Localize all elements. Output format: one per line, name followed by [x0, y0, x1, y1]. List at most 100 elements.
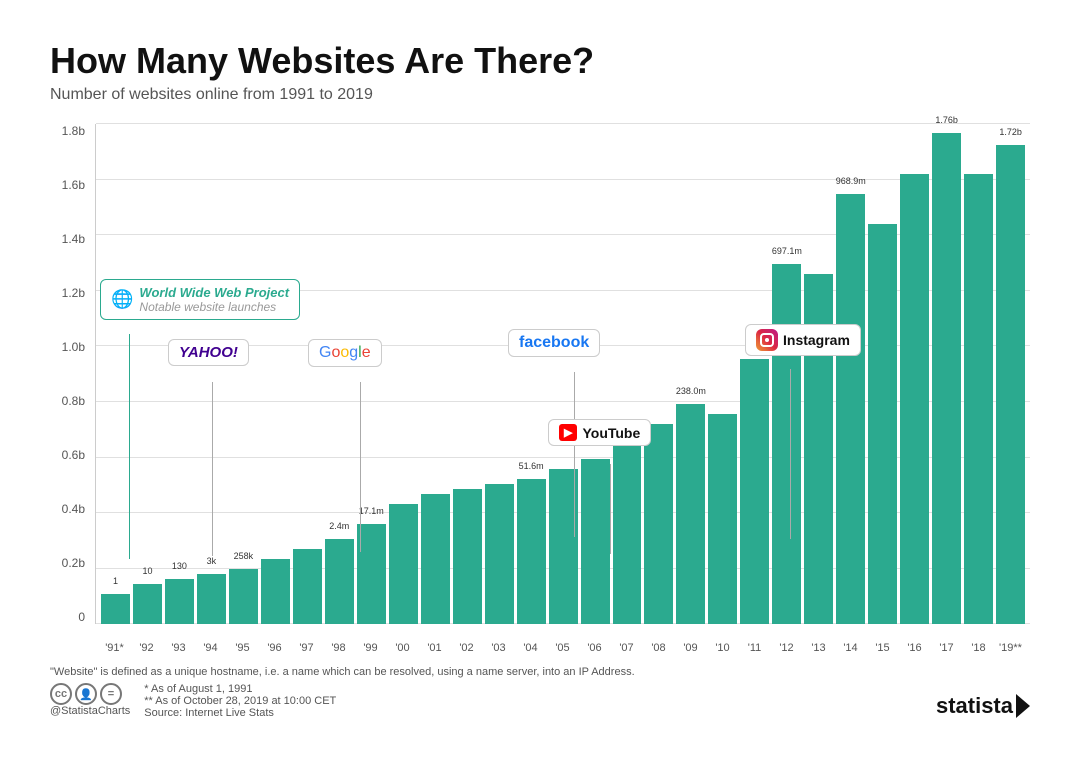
- bar: 258k: [229, 569, 258, 624]
- source-note: Source: Internet Live Stats: [144, 707, 336, 719]
- bar: [581, 459, 610, 624]
- statista-logo: statista: [936, 693, 1030, 719]
- chart-title: How Many Websites Are There?: [50, 40, 1030, 82]
- bar-group: [613, 124, 642, 624]
- x-axis-label: '98: [324, 642, 353, 654]
- bar-value-label: 17.1m: [359, 506, 384, 516]
- facebook-line: [574, 372, 575, 537]
- youtube-label: YouTube: [582, 425, 640, 441]
- globe-icon: 🌐: [111, 289, 133, 310]
- bar: [900, 174, 929, 624]
- x-axis-label: '95: [228, 642, 257, 654]
- bar: [421, 494, 450, 624]
- x-axis: '91*'92'93'94'95'96'97'98'99'00'01'02'03…: [95, 642, 1030, 654]
- x-axis-label: '03: [484, 642, 513, 654]
- bar: [485, 484, 514, 624]
- bar-group: [644, 124, 673, 624]
- x-axis-label: '00: [388, 642, 417, 654]
- bar: 238.0m: [676, 404, 705, 624]
- footer-note: "Website" is defined as a unique hostnam…: [50, 666, 1030, 678]
- chart-subtitle: Number of websites online from 1991 to 2…: [50, 86, 1030, 104]
- eq-icon: =: [100, 683, 122, 705]
- bar: [261, 559, 290, 624]
- x-axis-label: '91*: [100, 642, 129, 654]
- bars-container: 1101303k258k2.4m17.1m51.6m238.0m697.1m96…: [96, 124, 1030, 624]
- facebook-annotation: facebook: [508, 329, 600, 357]
- bar-group: [964, 124, 993, 624]
- bar-group: [389, 124, 418, 624]
- x-axis-label: '18: [964, 642, 993, 654]
- bar-group: 697.1m: [772, 124, 801, 624]
- bar: [613, 444, 642, 624]
- bar: [389, 504, 418, 624]
- x-axis-label: '04: [516, 642, 545, 654]
- cc-icons: cc 👤 =: [50, 683, 130, 705]
- y-label-04: 0.4b: [50, 502, 90, 516]
- x-axis-label: '12: [772, 642, 801, 654]
- x-axis-label: '99: [356, 642, 385, 654]
- bar: [740, 359, 769, 624]
- bar-value-label: 10: [142, 566, 152, 576]
- instagram-line: [790, 369, 791, 539]
- asterisk1-note: * As of August 1, 1991: [144, 683, 336, 695]
- bar: [644, 424, 673, 624]
- x-axis-label: '14: [836, 642, 865, 654]
- bar-value-label: 968.9m: [836, 176, 866, 186]
- bar-group: 10: [133, 124, 162, 624]
- x-axis-label: '01: [420, 642, 449, 654]
- bar-group: 1.76b: [932, 124, 961, 624]
- yahoo-line: [212, 382, 213, 556]
- bar: 2.4m: [325, 539, 354, 624]
- chart-plot-area: 1101303k258k2.4m17.1m51.6m238.0m697.1m96…: [95, 124, 1030, 624]
- chart-area: 0 0.2b 0.4b 0.6b 0.8b 1.0b 1.2b 1.4b 1.6…: [50, 124, 1030, 654]
- x-axis-label: '15: [868, 642, 897, 654]
- bar-group: [804, 124, 833, 624]
- instagram-label: Instagram: [783, 332, 850, 348]
- facebook-label: facebook: [519, 334, 589, 352]
- www-label: World Wide Web Project: [139, 285, 289, 300]
- cc-icon: cc: [50, 683, 72, 705]
- bar-group: [261, 124, 290, 624]
- x-axis-label: '93: [164, 642, 193, 654]
- www-line: [129, 334, 130, 559]
- google-annotation: Google: [308, 339, 382, 367]
- youtube-line: [610, 464, 611, 554]
- y-label-02: 0.2b: [50, 556, 90, 570]
- bar-group: 17.1m: [357, 124, 386, 624]
- bar-group: [740, 124, 769, 624]
- bar: [453, 489, 482, 624]
- y-label-08: 0.8b: [50, 394, 90, 408]
- bar-value-label: 1: [113, 576, 118, 586]
- youtube-icon: ▶: [559, 424, 577, 441]
- bar-group: 130: [165, 124, 194, 624]
- x-axis-label: '11: [740, 642, 769, 654]
- bar-group: 1: [101, 124, 130, 624]
- footer: "Website" is defined as a unique hostnam…: [50, 666, 1030, 719]
- bar: 1.72b: [996, 145, 1025, 624]
- bar: 1.76b: [932, 133, 961, 625]
- x-axis-label: '08: [644, 642, 673, 654]
- bar-value-label: 130: [172, 561, 187, 571]
- bar: [708, 414, 737, 624]
- bar: 130: [165, 579, 194, 624]
- bar: 10: [133, 584, 162, 624]
- y-label-16: 1.6b: [50, 178, 90, 192]
- bar: [293, 549, 322, 624]
- bar: [964, 174, 993, 624]
- x-axis-label: '10: [708, 642, 737, 654]
- bar: 968.9m: [836, 194, 865, 624]
- bar-value-label: 258k: [234, 551, 254, 561]
- statista-handle: @StatistaCharts: [50, 705, 130, 717]
- bar-group: [868, 124, 897, 624]
- bar: 17.1m: [357, 524, 386, 624]
- bar-value-label: 697.1m: [772, 246, 802, 256]
- y-label-06: 0.6b: [50, 448, 90, 462]
- bar-group: [708, 124, 737, 624]
- statista-arrow-icon: [1016, 694, 1030, 718]
- statista-text: statista: [936, 693, 1013, 719]
- bar-group: [421, 124, 450, 624]
- youtube-annotation: ▶ YouTube: [548, 419, 651, 446]
- x-axis-label: '94: [196, 642, 225, 654]
- bar-group: [293, 124, 322, 624]
- bar-group: 2.4m: [325, 124, 354, 624]
